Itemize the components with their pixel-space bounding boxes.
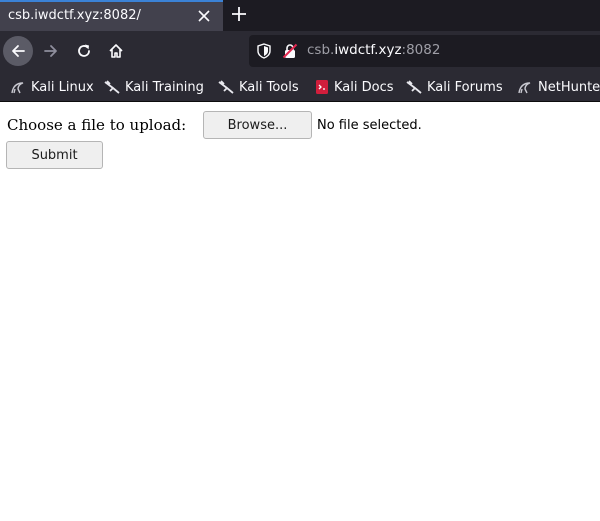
url-bar[interactable]: csb.iwdctf.xyz:8082 [249, 35, 600, 67]
bookmark-label: Kali Training [125, 79, 204, 95]
bookmark-label: Kali Tools [239, 79, 299, 95]
bookmarks-bar: Kali Linux Kali Training Kali Tools Kali… [0, 71, 600, 102]
insecure-lock-icon[interactable] [282, 43, 298, 59]
tab-strip: csb.iwdctf.xyz:8082/ [0, 0, 600, 31]
url-host-domain: iwdctf.xyz [334, 42, 402, 58]
arrow-right-icon [44, 45, 57, 57]
page-content: Choose a file to upload: Browse... No fi… [0, 103, 600, 521]
bookmark-label: Kali Linux [31, 79, 94, 95]
url-host-prefix: csb. [307, 42, 335, 58]
home-button[interactable] [101, 36, 131, 66]
file-upload-label: Choose a file to upload: [7, 116, 187, 134]
bookmark-kali-training[interactable]: Kali Training [104, 78, 204, 96]
kali-docs-icon [316, 80, 328, 94]
reload-icon [78, 44, 90, 57]
url-port: :8082 [401, 42, 441, 58]
home-icon [109, 44, 123, 58]
tab-title: csb.iwdctf.xyz:8082/ [8, 8, 141, 23]
kali-dragon-icon [518, 82, 531, 94]
bookmark-label: Kali Docs [334, 79, 394, 95]
bookmark-kali-docs[interactable]: Kali Docs [315, 78, 394, 96]
new-tab-icon[interactable] [231, 6, 247, 22]
bookmark-label: Kali Forums [427, 79, 503, 95]
shield-icon[interactable] [257, 43, 271, 59]
kali-icon [104, 80, 120, 94]
submit-button[interactable]: Submit [6, 141, 103, 169]
kali-icon [406, 80, 422, 94]
file-status-text: No file selected. [317, 118, 422, 133]
reload-button[interactable] [69, 36, 99, 66]
bookmark-label: NetHunter [538, 79, 600, 95]
url-text[interactable]: csb.iwdctf.xyz:8082 [307, 42, 440, 58]
arrow-left-icon [12, 45, 25, 57]
nav-bar: csb.iwdctf.xyz:8082 [0, 31, 600, 71]
back-button[interactable] [3, 36, 33, 66]
browse-button[interactable]: Browse... [203, 111, 312, 139]
close-icon[interactable] [197, 9, 211, 23]
bookmark-kali-tools[interactable]: Kali Tools [218, 78, 299, 96]
kali-icon [218, 80, 234, 94]
bookmark-kali-linux[interactable]: Kali Linux [10, 78, 94, 96]
kali-dragon-icon [11, 82, 24, 94]
bookmark-nethunter[interactable]: NetHunter [517, 78, 600, 96]
forward-button[interactable] [36, 36, 66, 66]
bookmark-kali-forums[interactable]: Kali Forums [406, 78, 503, 96]
active-tab[interactable]: csb.iwdctf.xyz:8082/ [0, 0, 223, 31]
